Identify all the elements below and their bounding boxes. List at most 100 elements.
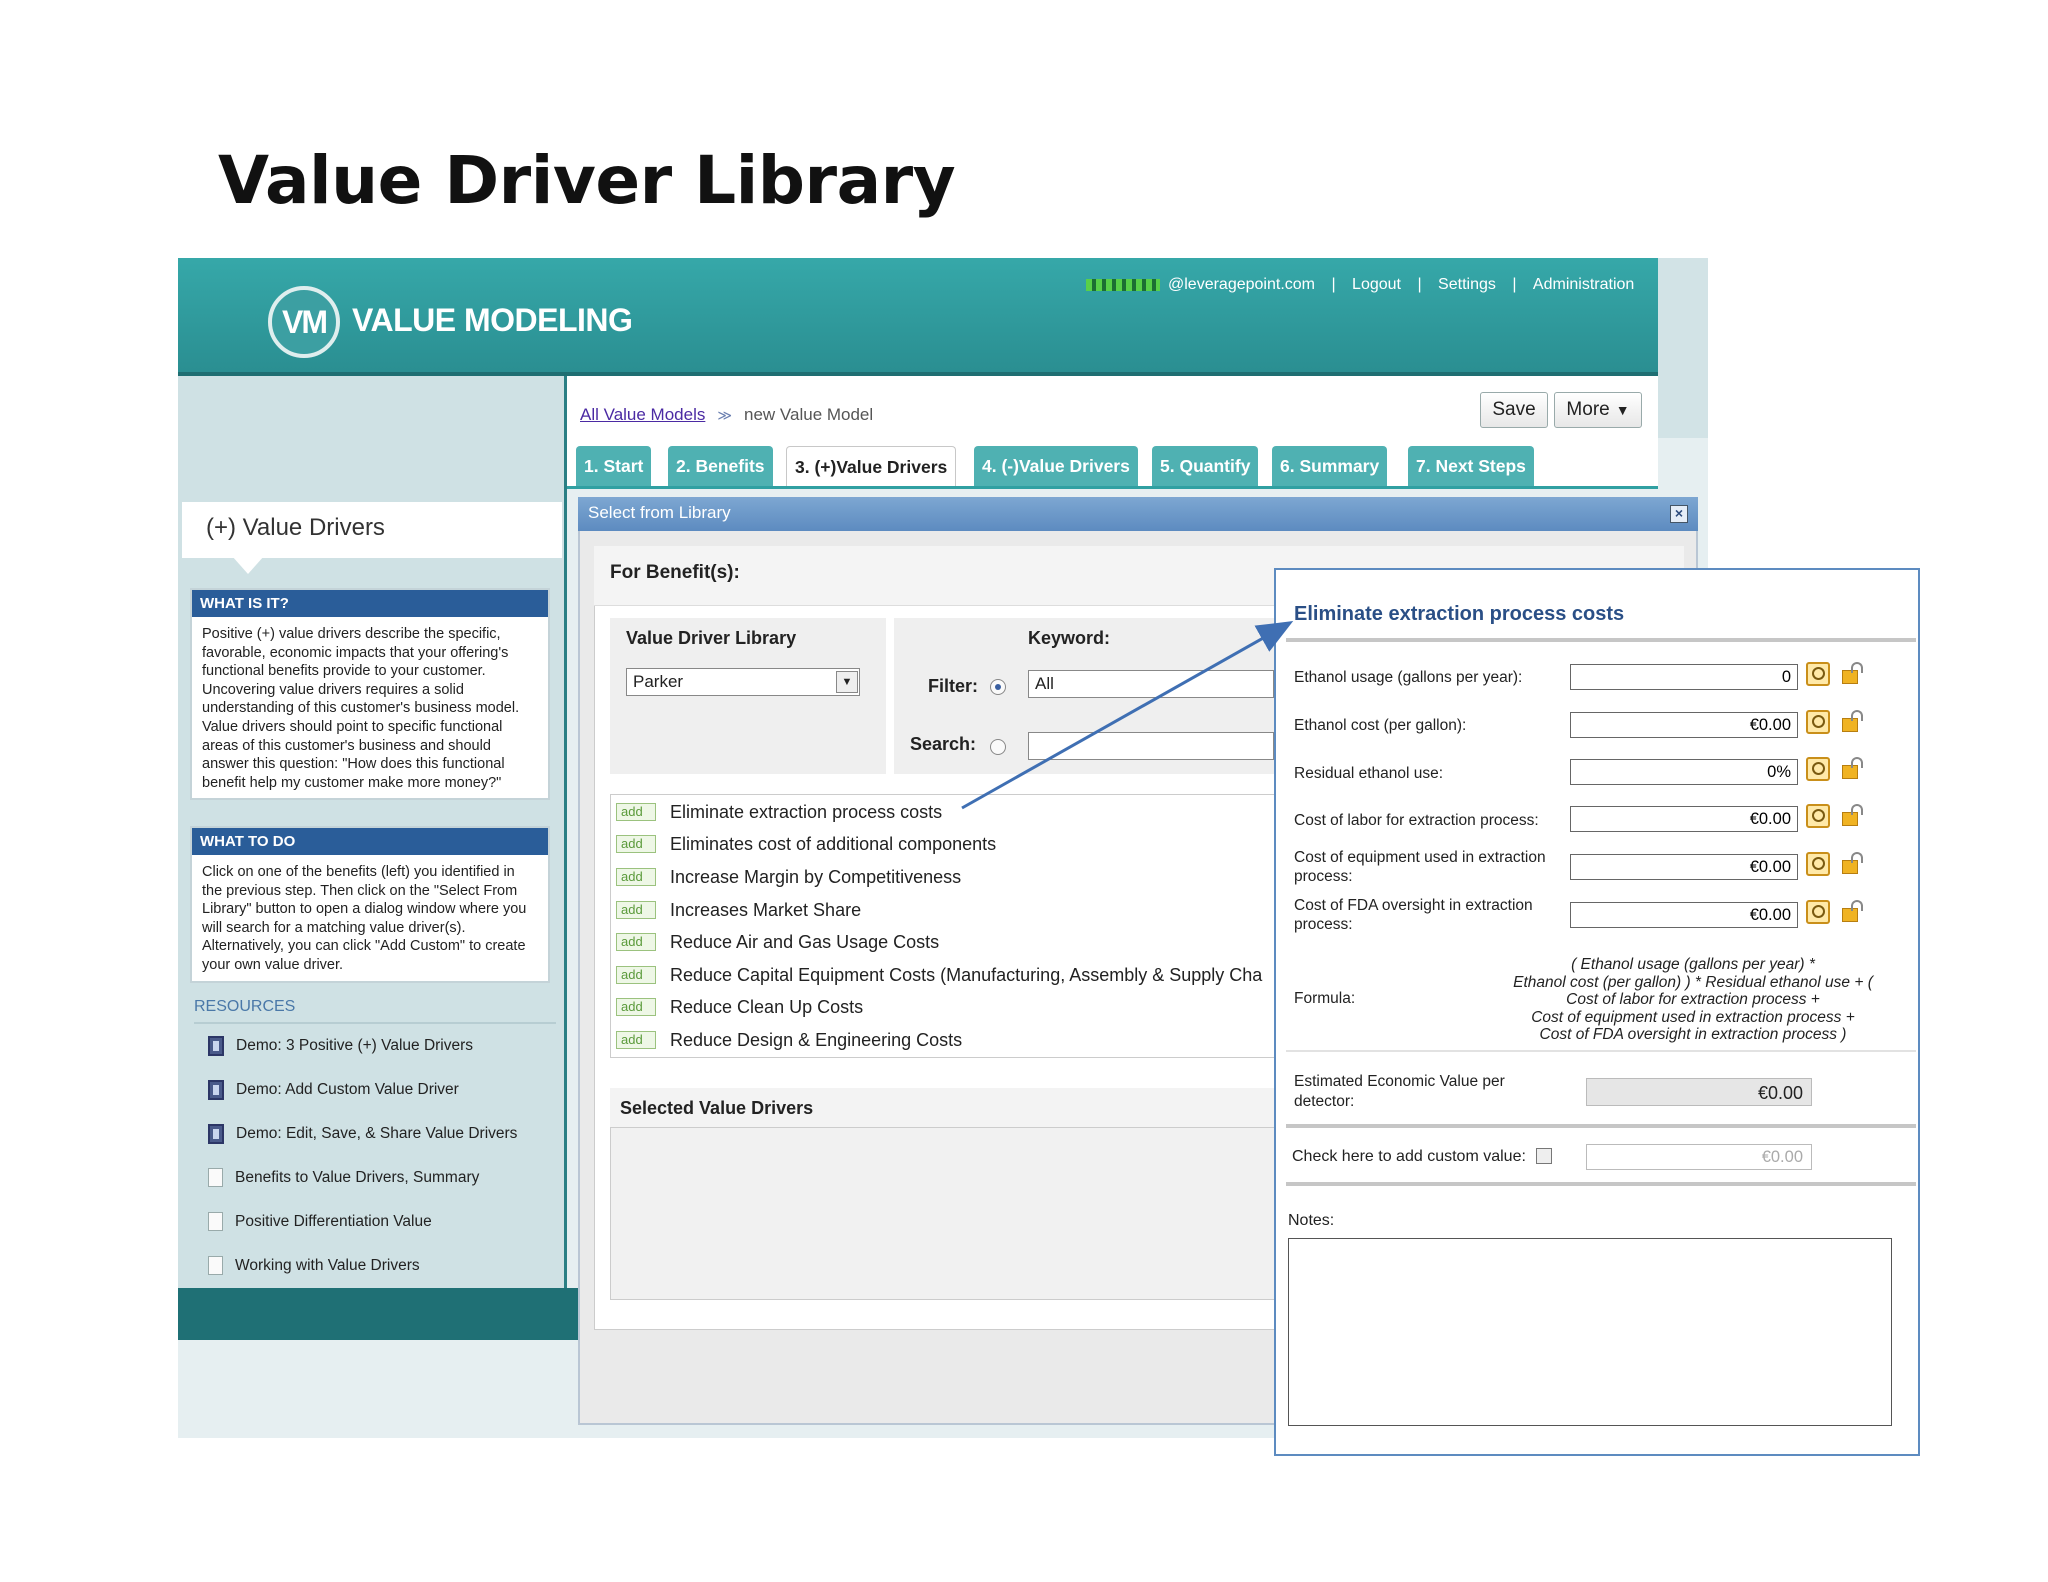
tab-quantify[interactable]: 5. Quantify [1152, 446, 1259, 486]
tab-negative-value-drivers[interactable]: 4. (-)Value Drivers [974, 446, 1138, 486]
add-button[interactable]: add [616, 835, 656, 853]
tab-summary[interactable]: 6. Summary [1272, 446, 1388, 486]
sidebar-tab-pointer [232, 556, 264, 574]
list-item[interactable]: add Increase Margin by Competitiveness [616, 862, 1276, 892]
breadcrumb-current: new Value Model [744, 405, 874, 424]
tab-benefits[interactable]: 2. Benefits [668, 446, 773, 486]
unlock-icon[interactable] [1842, 852, 1864, 874]
custom-value-label: Check here to add custom value: [1292, 1148, 1526, 1165]
lookup-icon[interactable] [1806, 710, 1830, 734]
add-button[interactable]: add [616, 868, 656, 886]
ethanol-usage-input[interactable] [1570, 664, 1798, 690]
close-icon[interactable]: × [1670, 505, 1688, 523]
what-is-it-heading: WHAT IS IT? [192, 590, 548, 617]
resources-heading: RESOURCES [194, 998, 556, 1024]
filter-input[interactable]: All [1028, 670, 1274, 698]
unlock-icon[interactable] [1842, 900, 1864, 922]
lookup-icon[interactable] [1806, 852, 1830, 876]
resource-item[interactable]: Benefits to Value Drivers, Summary [208, 1168, 479, 1187]
field-label: Ethanol usage (gallons per year): [1294, 669, 1523, 686]
lookup-icon[interactable] [1806, 757, 1830, 781]
custom-value-checkbox[interactable] [1536, 1148, 1552, 1164]
vm-logo-icon[interactable]: VM [268, 286, 340, 358]
save-button[interactable]: Save [1480, 392, 1548, 428]
estimated-value: €0.00 [1586, 1078, 1812, 1106]
resource-label: Demo: 3 Positive (+) Value Drivers [236, 1037, 474, 1054]
list-item[interactable]: add Eliminates cost of additional compone… [616, 829, 1276, 859]
list-item[interactable]: add Reduce Clean Up Costs [616, 992, 1276, 1022]
filter-label: Filter: [928, 676, 979, 696]
add-button[interactable]: add [616, 933, 656, 951]
administration-link[interactable]: Administration [1533, 276, 1634, 293]
resource-item[interactable]: Demo: 3 Positive (+) Value Drivers [208, 1036, 473, 1056]
ethanol-cost-input[interactable] [1570, 712, 1798, 738]
divider [1286, 1182, 1916, 1186]
keyword-label: Keyword: [1028, 628, 1111, 648]
unlock-icon[interactable] [1842, 710, 1864, 732]
add-button[interactable]: add [616, 1031, 656, 1049]
residual-ethanol-input[interactable] [1570, 759, 1798, 785]
filter-radio[interactable] [990, 679, 1006, 695]
app-right-strip [1658, 258, 1708, 438]
what-to-do-text: Click on one of the benefits (left) you … [202, 864, 527, 973]
formula-line: Cost of labor for extraction process + [1566, 991, 1820, 1008]
search-label: Search: [910, 734, 977, 754]
add-button[interactable]: add [616, 901, 656, 919]
labor-cost-input[interactable] [1570, 806, 1798, 832]
resource-item[interactable]: Positive Differentiation Value [208, 1212, 432, 1231]
library-select[interactable]: Parker [626, 668, 860, 696]
result-label: Eliminates cost of additional components [670, 833, 997, 854]
list-item[interactable]: add Reduce Design & Engineering Costs [616, 1025, 1276, 1055]
tab-next-steps[interactable]: 7. Next Steps [1408, 446, 1534, 486]
lookup-icon[interactable] [1806, 804, 1830, 828]
what-is-it-box: WHAT IS IT? Positive (+) value drivers d… [190, 588, 550, 801]
tab-start[interactable]: 1. Start [576, 446, 652, 486]
tab-positive-value-drivers[interactable]: 3. (+)Value Drivers [786, 446, 957, 488]
notes-textarea[interactable] [1288, 1238, 1892, 1426]
list-item[interactable]: add Eliminate extraction process costs [616, 797, 1276, 827]
unlock-icon[interactable] [1842, 804, 1864, 826]
settings-link[interactable]: Settings [1438, 276, 1496, 293]
list-item[interactable]: add Reduce Capital Equipment Costs (Manuf… [616, 960, 1276, 990]
fda-oversight-input[interactable] [1570, 902, 1798, 928]
equipment-cost-input[interactable] [1570, 854, 1798, 880]
document-icon [208, 1256, 223, 1275]
field-label: Cost of labor for extraction process: [1294, 812, 1539, 829]
logout-link[interactable]: Logout [1352, 276, 1401, 293]
notes-label: Notes: [1288, 1212, 1335, 1229]
formula-line: ( Ethanol usage (gallons per year) * [1571, 956, 1815, 973]
footer-bar [178, 1288, 578, 1340]
resource-item[interactable]: Demo: Add Custom Value Driver [208, 1080, 459, 1100]
user-email: @leveragepoint.com [1168, 276, 1315, 293]
search-radio[interactable] [990, 739, 1006, 755]
film-icon [208, 1080, 224, 1100]
add-button[interactable]: add [616, 998, 656, 1016]
resource-item[interactable]: Working with Value Drivers [208, 1256, 420, 1275]
more-button[interactable]: More ▼ [1554, 392, 1642, 428]
breadcrumb-separator: ≫ [717, 407, 733, 423]
formula-label: Formula: [1294, 990, 1356, 1007]
field-label: Cost of FDA oversight in extraction proc… [1294, 897, 1533, 933]
divider [1286, 1050, 1916, 1052]
unlock-icon[interactable] [1842, 757, 1864, 779]
search-input[interactable] [1028, 732, 1274, 760]
dialog-title[interactable]: Select from Library [578, 497, 1698, 531]
custom-value-input[interactable]: €0.00 [1586, 1144, 1812, 1170]
field-label: Residual ethanol use: [1294, 765, 1444, 782]
list-item[interactable]: add Reduce Air and Gas Usage Costs [616, 927, 1276, 957]
lookup-icon[interactable] [1806, 662, 1830, 686]
resource-item[interactable]: Demo: Edit, Save, & Share Value Drivers [208, 1124, 517, 1144]
dropdown-arrow-icon[interactable]: ▼ [836, 671, 858, 693]
sidebar-tab-value-drivers[interactable]: (+) Value Drivers [182, 502, 562, 558]
list-item[interactable]: add Increases Market Share [616, 895, 1276, 925]
add-button[interactable]: add [616, 803, 656, 821]
breadcrumb-all-models-link[interactable]: All Value Models [580, 405, 705, 424]
unlock-icon[interactable] [1842, 662, 1864, 684]
what-is-it-text: Positive (+) value drivers describe the … [202, 626, 520, 791]
brand-name: VALUE MODELING [352, 302, 633, 338]
lookup-icon[interactable] [1806, 900, 1830, 924]
result-label: Reduce Clean Up Costs [670, 996, 864, 1017]
document-icon [208, 1168, 223, 1187]
result-label: Reduce Air and Gas Usage Costs [670, 931, 940, 952]
add-button[interactable]: add [616, 966, 656, 984]
